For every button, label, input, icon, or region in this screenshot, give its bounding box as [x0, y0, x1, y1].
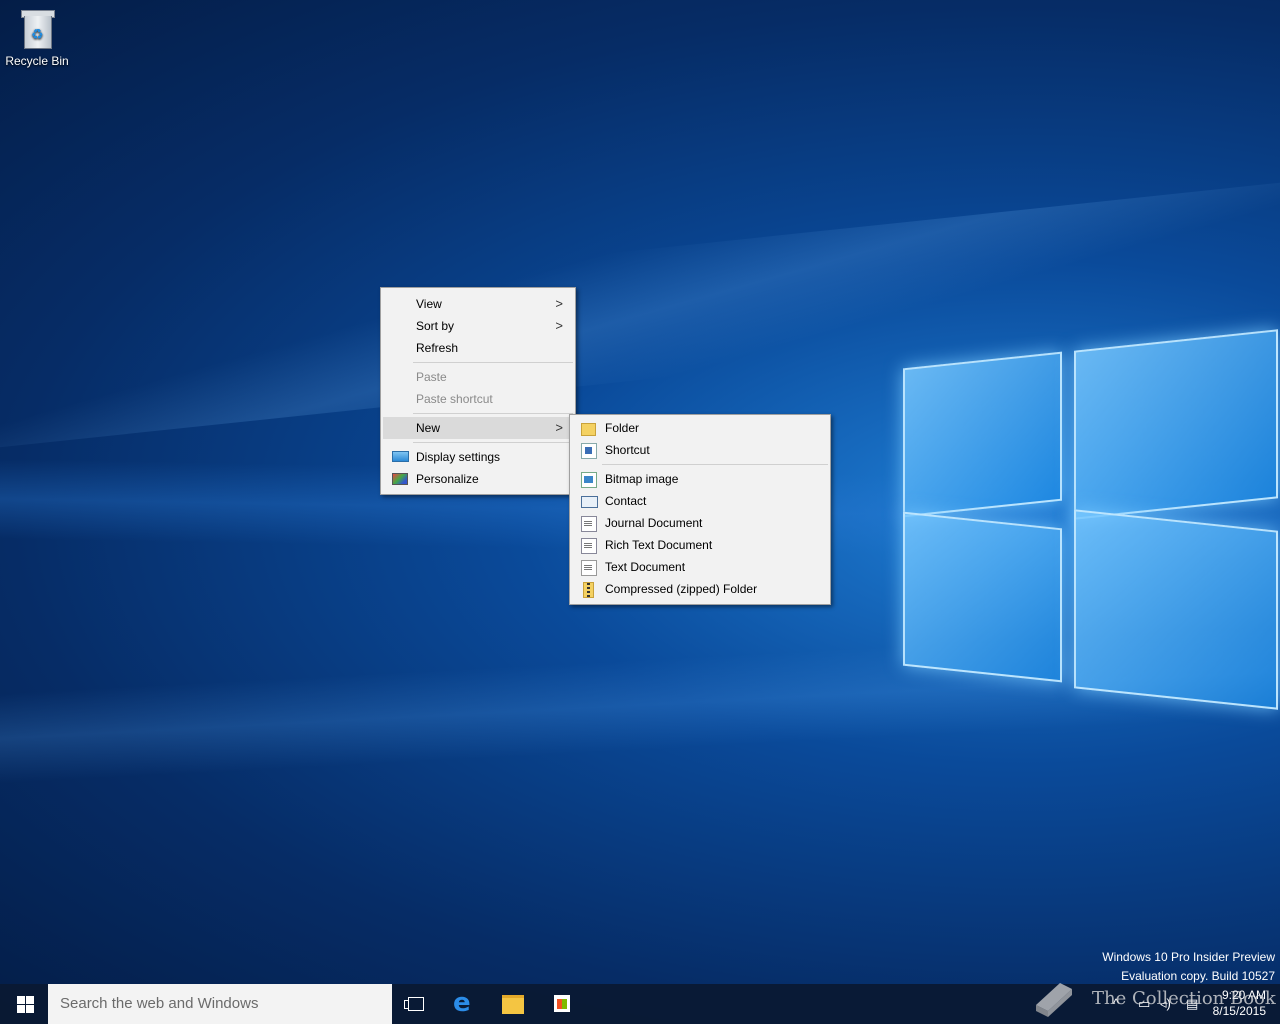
- menu-item-label: New: [416, 421, 441, 435]
- new-submenu: Folder Shortcut Bitmap image Contact Jou…: [569, 414, 831, 605]
- task-view-button[interactable]: [392, 984, 440, 1024]
- new-item-folder[interactable]: Folder: [572, 417, 828, 439]
- new-item-rich-text[interactable]: Rich Text Document: [572, 534, 828, 556]
- menu-item-label: Text Document: [605, 560, 686, 574]
- journal-icon: [581, 516, 597, 532]
- wallpaper-logo-pane: [903, 511, 1062, 683]
- menu-item-view[interactable]: View >: [383, 293, 573, 315]
- store-icon: [554, 995, 570, 1012]
- edge-icon: e: [453, 988, 471, 1018]
- chevron-right-icon: >: [555, 318, 563, 333]
- file-explorer-icon: [502, 995, 524, 1014]
- text-document-icon: [581, 560, 597, 576]
- new-item-journal[interactable]: Journal Document: [572, 512, 828, 534]
- menu-separator: [413, 362, 573, 363]
- menu-item-label: Paste shortcut: [416, 392, 493, 406]
- menu-item-new[interactable]: New >: [383, 417, 573, 439]
- menu-separator: [413, 413, 573, 414]
- personalize-icon: [392, 473, 408, 485]
- menu-separator: [413, 442, 573, 443]
- folder-icon: [581, 423, 596, 436]
- menu-item-label: Personalize: [416, 472, 479, 486]
- menu-item-label: Folder: [605, 421, 640, 435]
- wallpaper-logo-pane: [1074, 509, 1278, 710]
- new-item-zip-folder[interactable]: Compressed (zipped) Folder: [572, 578, 828, 600]
- contact-icon: [581, 496, 598, 508]
- menu-item-label: Shortcut: [605, 443, 650, 457]
- menu-item-label: Bitmap image: [605, 472, 679, 486]
- menu-item-label: Contact: [605, 494, 647, 508]
- menu-separator: [602, 464, 828, 465]
- menu-item-paste-shortcut[interactable]: Paste shortcut: [383, 388, 573, 410]
- start-button[interactable]: [0, 984, 48, 1024]
- menu-item-label: Display settings: [416, 450, 501, 464]
- edge-button[interactable]: e: [442, 984, 490, 1024]
- rich-text-icon: [581, 538, 597, 554]
- build-watermark-line1: Windows 10 Pro Insider Preview: [1102, 950, 1275, 964]
- menu-item-label: Journal Document: [605, 516, 703, 530]
- menu-item-label: Compressed (zipped) Folder: [605, 582, 758, 596]
- chevron-right-icon: >: [555, 296, 563, 311]
- zip-folder-icon: [583, 582, 594, 598]
- build-watermark-line2: Evaluation copy. Build 10527: [1121, 969, 1275, 983]
- store-button[interactable]: [539, 984, 587, 1024]
- desktop-context-menu: View > Sort by > Refresh Paste Paste sho…: [380, 287, 576, 495]
- desktop-icon-label: Recycle Bin: [5, 54, 69, 68]
- menu-item-label: Sort by: [416, 319, 455, 333]
- new-item-shortcut[interactable]: Shortcut: [572, 439, 828, 461]
- taskbar: Search the web and Windows e ^ ▭ ◃) ▤ 9:…: [0, 984, 1280, 1024]
- recycle-bin-icon: ♻: [20, 8, 55, 50]
- menu-item-sort-by[interactable]: Sort by >: [383, 315, 573, 337]
- menu-item-label: View: [416, 297, 442, 311]
- menu-item-label: Rich Text Document: [605, 538, 713, 552]
- display-settings-icon: [392, 451, 409, 462]
- shortcut-icon: [581, 443, 597, 459]
- search-box[interactable]: Search the web and Windows: [48, 984, 392, 1024]
- menu-item-label: Refresh: [416, 341, 459, 355]
- task-view-icon: [404, 997, 424, 1011]
- bitmap-icon: [581, 472, 597, 488]
- chevron-right-icon: >: [555, 420, 563, 435]
- wallpaper-logo-pane: [903, 351, 1062, 518]
- new-item-contact[interactable]: Contact: [572, 490, 828, 512]
- menu-item-label: Paste: [416, 370, 447, 384]
- book-watermark-icon: [1036, 983, 1072, 1017]
- new-item-text-document[interactable]: Text Document: [572, 556, 828, 578]
- menu-item-refresh[interactable]: Refresh: [383, 337, 573, 359]
- new-item-bitmap[interactable]: Bitmap image: [572, 468, 828, 490]
- site-watermark-text: The Collection Book: [1092, 988, 1276, 1009]
- file-explorer-button[interactable]: [490, 984, 538, 1024]
- wallpaper-logo-pane: [1074, 329, 1278, 520]
- desktop-icon-recycle-bin[interactable]: ♻ Recycle Bin: [4, 6, 70, 68]
- menu-item-display-settings[interactable]: Display settings: [383, 446, 573, 468]
- menu-item-paste[interactable]: Paste: [383, 366, 573, 388]
- menu-item-personalize[interactable]: Personalize: [383, 468, 573, 490]
